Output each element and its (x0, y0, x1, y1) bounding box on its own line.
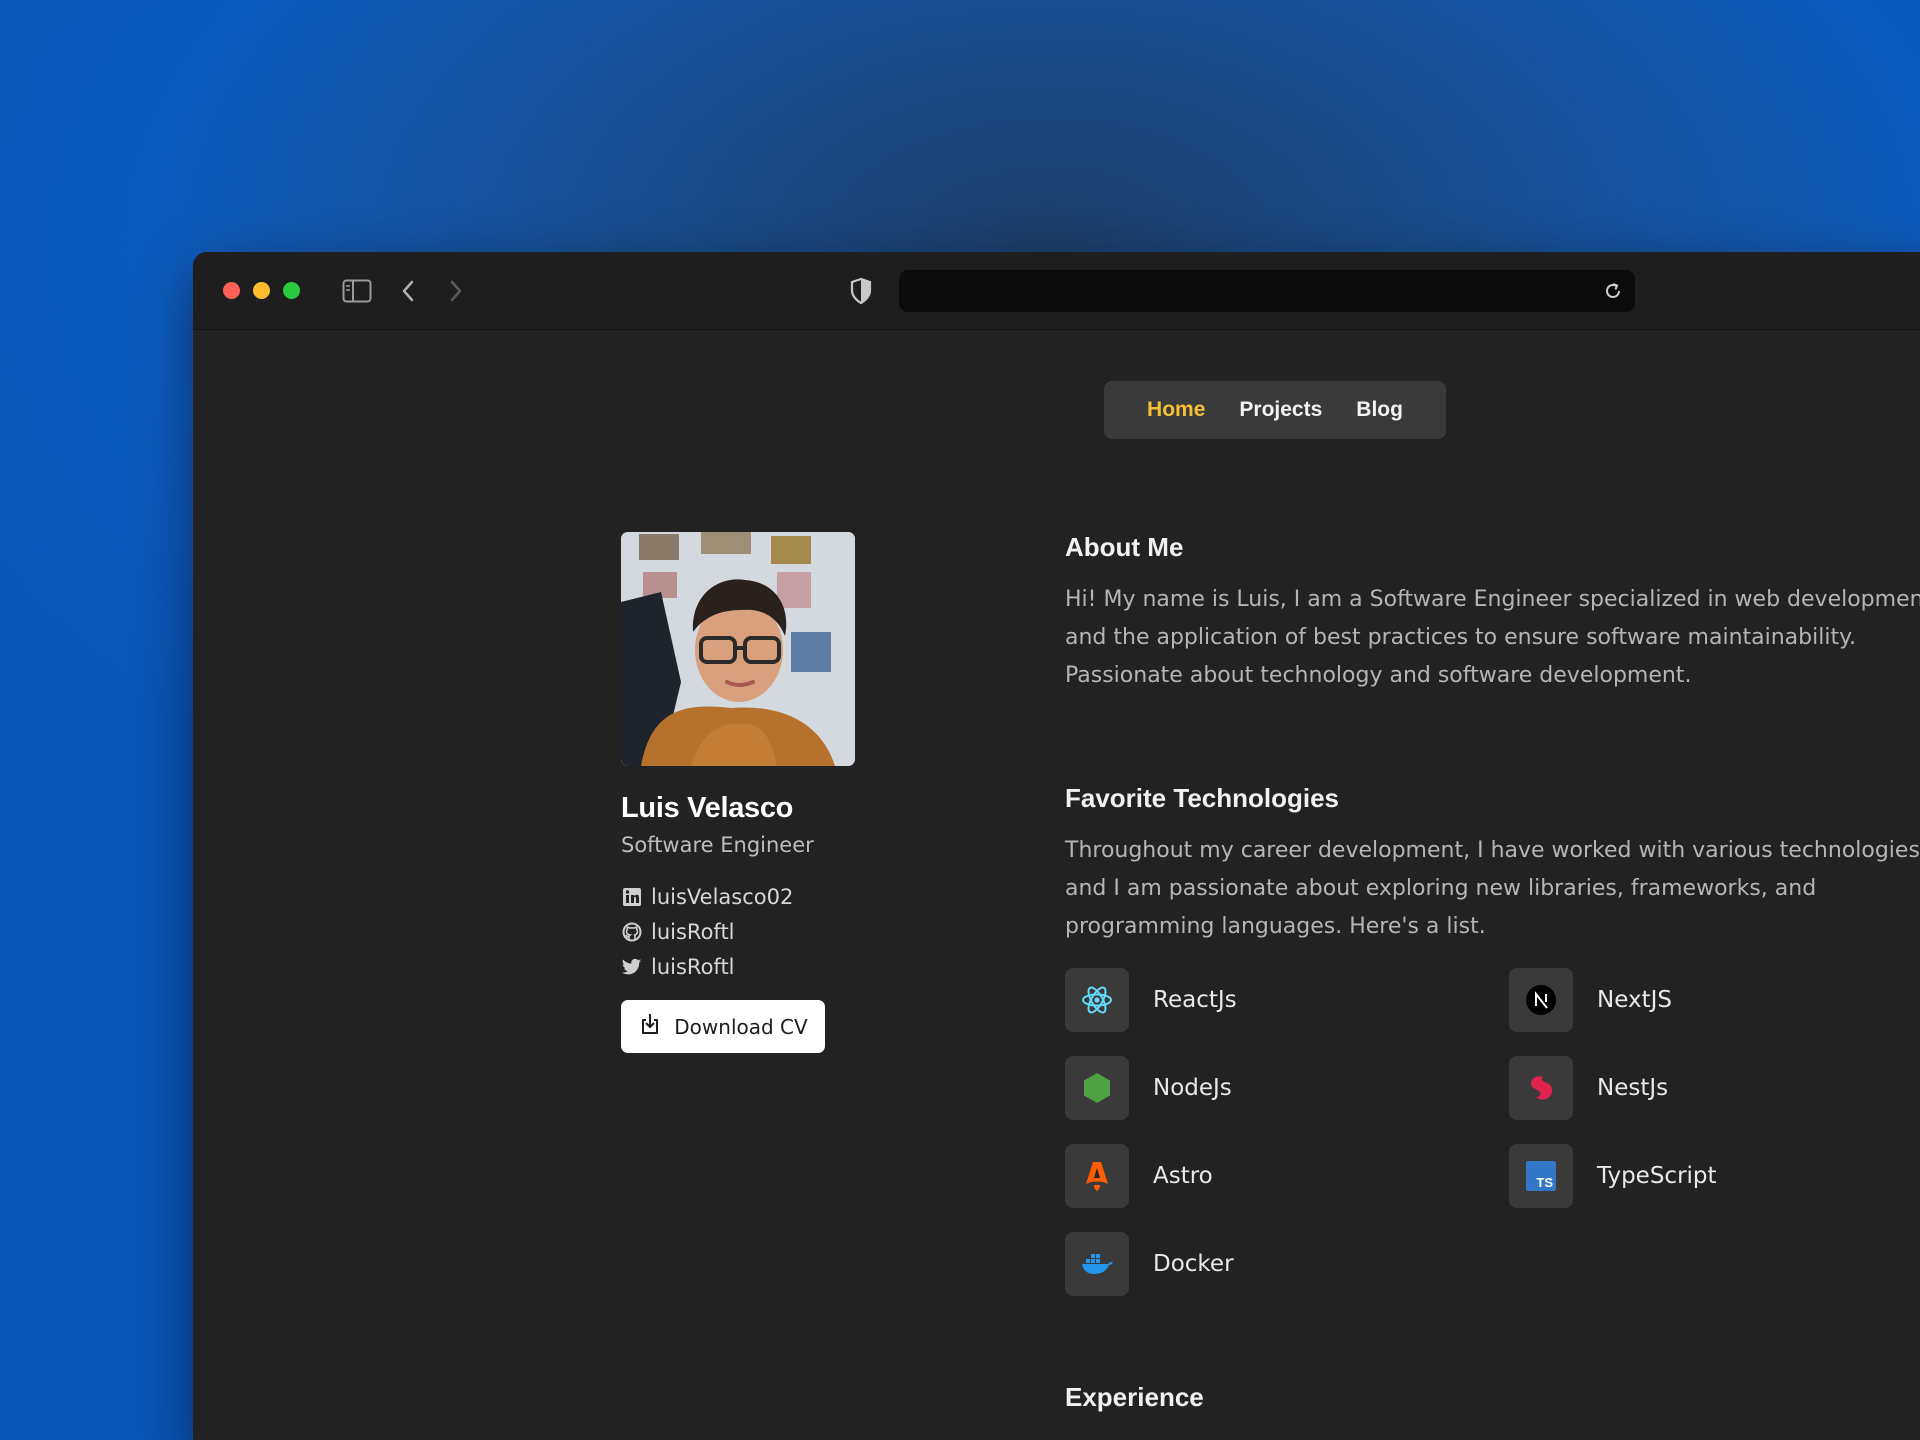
download-icon (638, 1012, 662, 1041)
avatar (621, 532, 855, 766)
social-handle: luisRoftl (651, 919, 735, 944)
social-link-twitter[interactable]: luisRoftl (621, 949, 921, 984)
social-links: luisVelasco02 luisRoftl luisRoftl (621, 879, 921, 984)
tech-label: NextJS (1597, 987, 1672, 1013)
tech-label: NestJs (1597, 1075, 1669, 1101)
technologies-title: Favorite Technologies (1065, 783, 1340, 813)
download-cv-label: Download CV (674, 1014, 808, 1039)
browser-titlebar (193, 252, 1920, 330)
tech-item-nestjs: NestJs (1509, 1056, 1920, 1120)
tech-item-reactjs: ReactJs (1065, 968, 1509, 1032)
svg-text:TS: TS (1536, 1175, 1553, 1190)
main-nav: Home Projects Blog (1104, 381, 1446, 439)
nextjs-icon (1509, 968, 1573, 1032)
minimize-window-button[interactable] (253, 282, 270, 299)
linkedin-icon (621, 886, 643, 908)
tech-item-astro: Astro (1065, 1144, 1509, 1208)
tech-label: ReactJs (1153, 987, 1237, 1013)
social-link-linkedin[interactable]: luisVelasco02 (621, 879, 921, 914)
nodejs-icon (1065, 1056, 1129, 1120)
maximize-window-button[interactable] (283, 282, 300, 299)
tech-label: Docker (1153, 1251, 1234, 1277)
technologies-text: Throughout my career development, I have… (1065, 838, 1920, 939)
nav-home[interactable]: Home (1147, 398, 1205, 422)
address-bar[interactable] (899, 270, 1635, 312)
profile-card: Luis Velasco Software Engineer luisVelas… (621, 532, 921, 1053)
github-icon (621, 921, 643, 943)
nestjs-icon (1509, 1056, 1573, 1120)
tech-item-docker: Docker (1065, 1232, 1509, 1296)
browser-window: Home Projects Blog Luis Velasco Software… (193, 252, 1920, 1440)
twitter-icon (621, 956, 643, 978)
social-handle: luisVelasco02 (651, 884, 794, 909)
react-icon (1065, 968, 1129, 1032)
reload-icon[interactable] (1601, 279, 1625, 303)
tech-label: TypeScript (1597, 1163, 1717, 1189)
experience-title: Experience (1065, 1382, 1204, 1412)
main-content: About Me Hi! My name is Luis, I am a Sof… (1065, 532, 1920, 1413)
nav-blog[interactable]: Blog (1356, 398, 1403, 422)
docker-icon (1065, 1232, 1129, 1296)
tech-item-nodejs: NodeJs (1065, 1056, 1509, 1120)
nav-projects[interactable]: Projects (1239, 398, 1322, 422)
forward-arrow-icon[interactable] (441, 274, 471, 308)
social-link-github[interactable]: luisRoftl (621, 914, 921, 949)
about-title: About Me (1065, 532, 1184, 562)
social-handle: luisRoftl (651, 954, 735, 979)
technologies-list: ReactJs NextJS NodeJs NestJs Astro TS Ty… (1065, 968, 1920, 1296)
privacy-shield-icon[interactable] (845, 274, 877, 308)
sidebar-toggle-icon[interactable] (337, 274, 377, 308)
download-cv-button[interactable]: Download CV (621, 1000, 825, 1053)
back-arrow-icon[interactable] (393, 274, 423, 308)
profile-role: Software Engineer (621, 833, 814, 857)
tech-label: NodeJs (1153, 1075, 1232, 1101)
about-text: Hi! My name is Luis, I am a Software Eng… (1065, 587, 1920, 688)
close-window-button[interactable] (223, 282, 240, 299)
tech-label: Astro (1153, 1163, 1213, 1189)
typescript-icon: TS (1509, 1144, 1573, 1208)
profile-name: Luis Velasco (621, 792, 794, 824)
tech-item-typescript: TS TypeScript (1509, 1144, 1920, 1208)
astro-icon (1065, 1144, 1129, 1208)
tech-item-nextjs: NextJS (1509, 968, 1920, 1032)
